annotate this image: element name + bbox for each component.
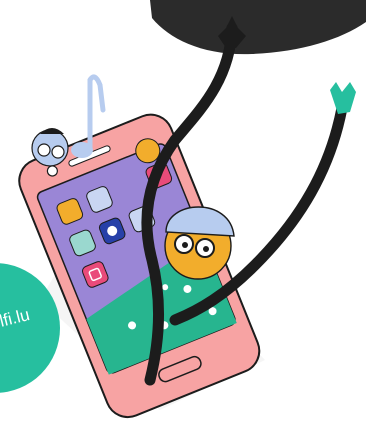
illustration-canvas: lfi.lu: [0, 0, 366, 428]
small-character-head: [31, 128, 69, 167]
teal-hand-right: [330, 82, 356, 114]
illustration-svg: [0, 0, 366, 419]
dark-cloud-blob: [150, 0, 366, 55]
